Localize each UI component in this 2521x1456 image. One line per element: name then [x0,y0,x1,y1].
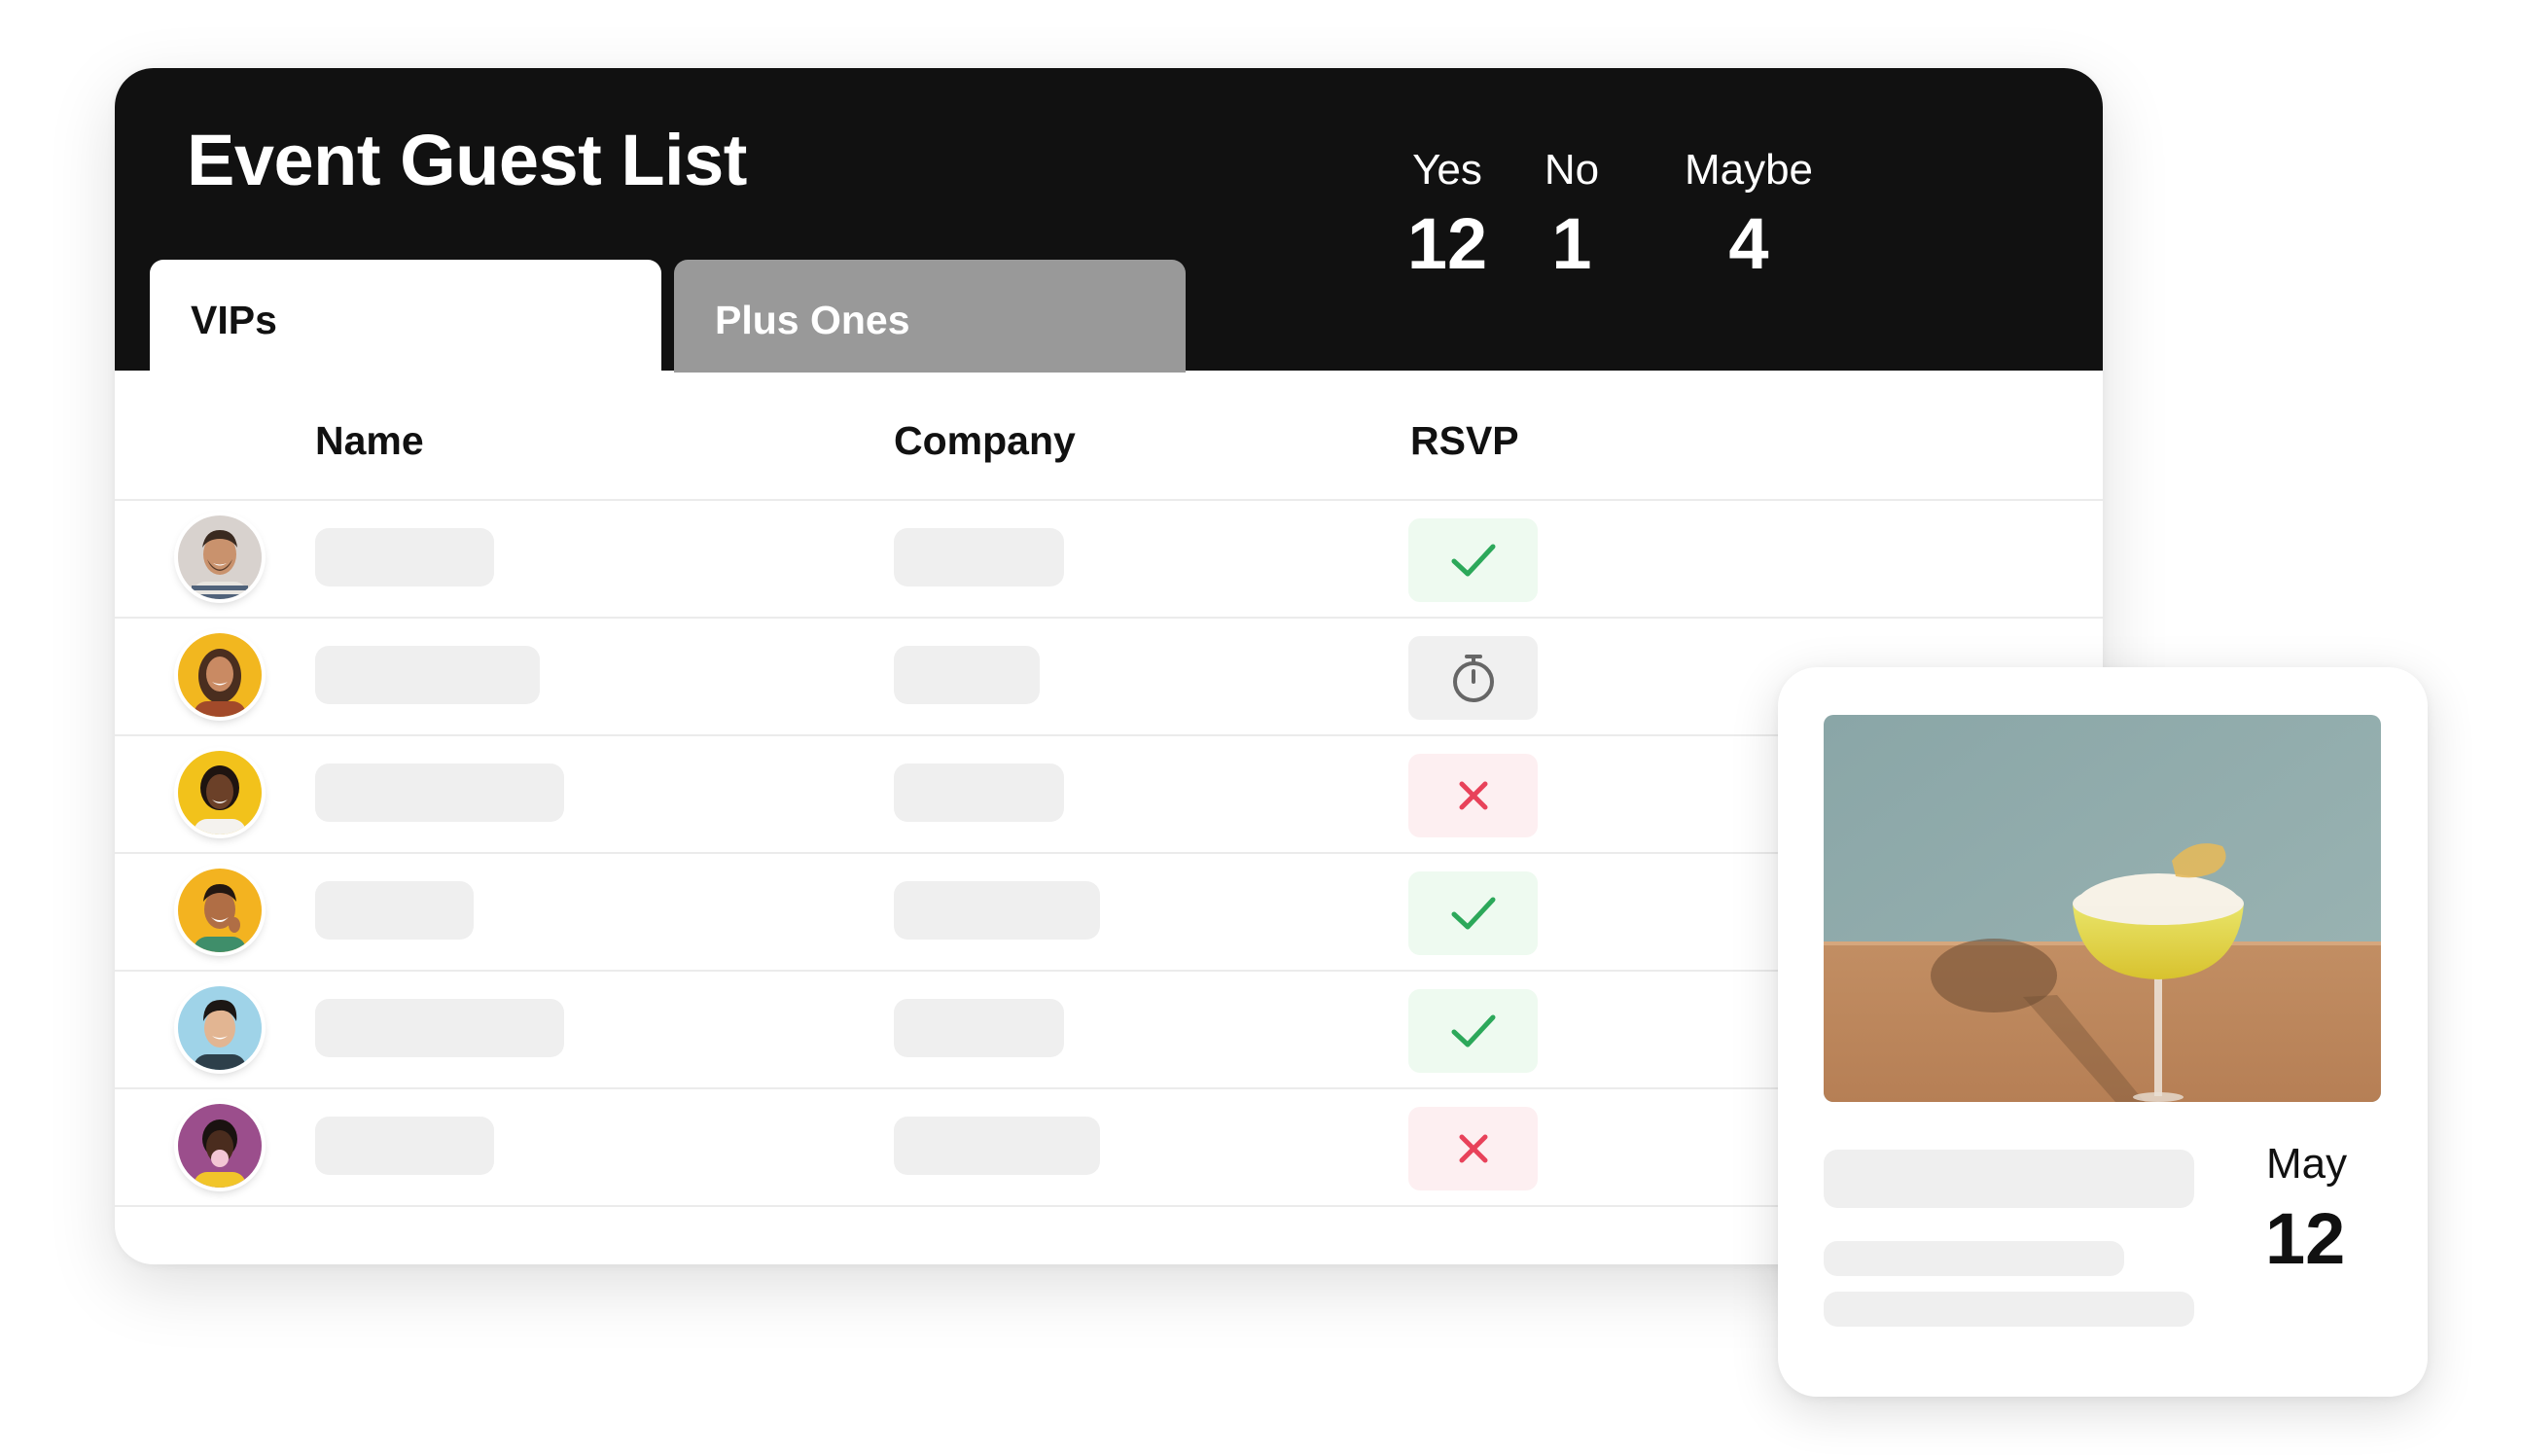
event-photo [1824,715,2381,1102]
stat-no-value: 1 [1551,203,1592,284]
stat-maybe: Maybe 4 [1661,146,1836,280]
avatar [178,986,262,1070]
company-placeholder [894,528,1064,586]
stat-maybe-value: 4 [1728,203,1769,284]
event-detail-placeholder [1824,1241,2124,1276]
avatar [178,1104,262,1188]
avatar [178,751,262,835]
event-month: May [2266,1140,2348,1188]
stat-no-label: No [1544,146,1600,194]
table-row[interactable] [115,501,2103,619]
x-icon [1459,781,1487,810]
stat-maybe-label: Maybe [1684,146,1814,194]
rsvp-status-yes [1408,518,1538,602]
name-placeholder [315,1117,494,1175]
name-placeholder [315,646,540,704]
event-detail-placeholder [1824,1292,2194,1327]
check-icon [1451,897,1495,930]
rsvp-status-yes [1408,871,1538,955]
column-header-name[interactable]: Name [315,418,424,464]
x-icon [1459,1134,1487,1163]
stat-yes: Yes 12 [1389,146,1506,280]
rsvp-status-no [1408,1107,1538,1190]
name-placeholder [315,999,564,1057]
event-card[interactable]: May 12 [1778,667,2428,1397]
avatar [178,515,262,599]
rsvp-status-no [1408,754,1538,837]
column-header-rsvp[interactable]: RSVP [1410,418,1519,464]
avatar [178,869,262,952]
company-placeholder [894,1117,1100,1175]
name-placeholder [315,528,494,586]
company-placeholder [894,646,1040,704]
avatar [178,633,262,717]
stat-no: No 1 [1513,146,1630,280]
tab-vips[interactable]: VIPs [150,260,661,373]
company-placeholder [894,999,1064,1057]
stopwatch-icon [1452,655,1494,702]
event-title-placeholder [1824,1150,2194,1208]
stat-yes-label: Yes [1412,146,1482,194]
check-icon [1451,544,1495,577]
check-icon [1451,1014,1495,1048]
tab-plus-ones[interactable]: Plus Ones [674,260,1186,373]
name-placeholder [315,764,564,822]
stat-yes-value: 12 [1406,203,1488,284]
company-placeholder [894,881,1100,940]
name-placeholder [315,881,474,940]
rsvp-status-maybe [1408,636,1538,720]
event-day: 12 [2265,1198,2346,1279]
rsvp-status-yes [1408,989,1538,1073]
company-placeholder [894,764,1064,822]
column-header-company[interactable]: Company [894,418,1076,464]
card-header: Event Guest List VIPs Plus Ones Yes 12 N… [115,68,2103,373]
page-title: Event Guest List [187,120,747,200]
